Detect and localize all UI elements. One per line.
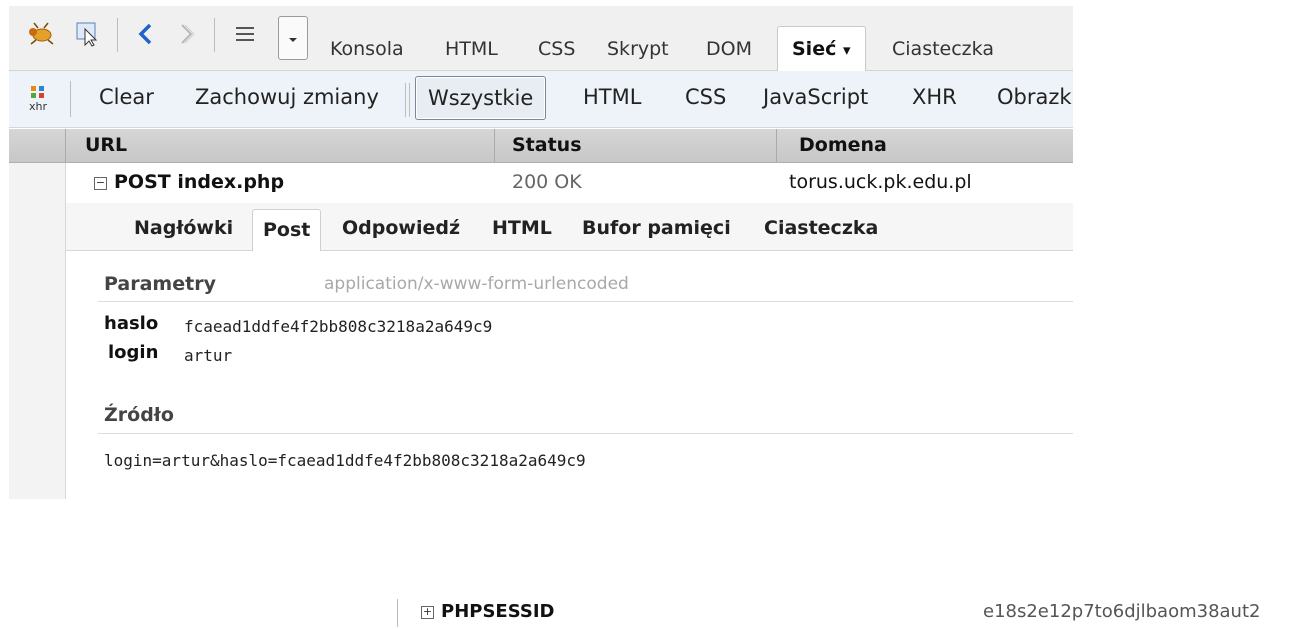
chevron-down-icon: ▾ xyxy=(842,41,851,59)
cookie-name: PHPSESSID xyxy=(441,601,555,622)
table-row[interactable]: − POST index.php 200 OK torus.uck.pk.edu… xyxy=(66,163,1073,203)
tab-css[interactable]: CSS xyxy=(538,38,575,60)
persist-button[interactable]: Zachowuj zmiany xyxy=(195,85,379,109)
panel-dropdown-button[interactable] xyxy=(278,16,308,60)
tab-headers[interactable]: Nagłówki xyxy=(134,217,233,239)
param-value: artur xyxy=(184,346,233,365)
tab-cache[interactable]: Bufor pamięci xyxy=(582,217,731,239)
tab-console[interactable]: Konsola xyxy=(330,38,404,60)
firebug-bug-icon[interactable] xyxy=(23,20,59,48)
back-icon[interactable] xyxy=(133,20,157,48)
clear-button[interactable]: Clear xyxy=(99,85,154,109)
param-key: login xyxy=(108,342,159,363)
tab-detail-cookies[interactable]: Ciasteczka xyxy=(764,217,878,239)
tab-net-label: Sieć xyxy=(792,38,837,60)
expand-icon[interactable]: + xyxy=(421,606,434,619)
tab-post[interactable]: Post xyxy=(252,209,322,252)
tab-net[interactable]: Sieć ▾ xyxy=(777,26,866,71)
menu-icon[interactable] xyxy=(231,20,259,48)
filter-images-button[interactable]: Obrazki xyxy=(997,85,1073,109)
collapse-icon[interactable]: − xyxy=(94,177,107,190)
cookie-value: e18s2e12p7to6djlbaom38aut2 xyxy=(983,601,1261,622)
filter-css-button[interactable]: CSS xyxy=(685,85,726,109)
detail-tabs: Nagłówki Post Odpowiedź HTML Bufor pamię… xyxy=(66,203,1073,252)
request-domain: torus.uck.pk.edu.pl xyxy=(789,171,972,193)
param-value: fcaead1ddfe4f2bb808c3218a2a649c9 xyxy=(184,317,493,336)
tab-dom[interactable]: DOM xyxy=(706,38,752,60)
request-status: 200 OK xyxy=(512,171,582,193)
cookie-row[interactable]: + PHPSESSID e18s2e12p7to6djlbaom38aut2 xyxy=(397,593,1313,629)
col-domain[interactable]: Domena xyxy=(799,134,887,156)
params-title: Parametry xyxy=(104,273,216,295)
filter-xhr-button[interactable]: XHR xyxy=(912,85,957,109)
chevron-down-icon xyxy=(289,38,297,42)
tab-cookies[interactable]: Ciasteczka xyxy=(892,38,994,60)
post-source: login=artur&haslo=fcaead1ddfe4f2bb808c32… xyxy=(104,451,586,470)
tab-html[interactable]: HTML xyxy=(445,38,498,60)
col-url[interactable]: URL xyxy=(85,134,127,156)
filter-all-button[interactable]: Wszystkie xyxy=(415,76,547,120)
col-status[interactable]: Status xyxy=(512,134,582,156)
tab-response[interactable]: Odpowiedź xyxy=(342,217,460,239)
param-key: haslo xyxy=(104,313,159,334)
firebug-panel: Konsola HTML CSS Skrypt DOM Sieć ▾ Ciast… xyxy=(9,6,1073,499)
forward-icon[interactable] xyxy=(175,20,199,48)
tab-detail-html[interactable]: HTML xyxy=(492,217,552,239)
inspect-icon[interactable] xyxy=(73,20,103,48)
request-url: POST index.php xyxy=(114,171,285,193)
net-toolbar: xhr Clear Zachowuj zmiany Wszystkie HTML… xyxy=(9,71,1073,128)
post-body: Parametry application/x-www-form-urlenco… xyxy=(66,251,1073,499)
filter-html-button[interactable]: HTML xyxy=(583,85,641,109)
column-header: URL Status Domena xyxy=(9,129,1073,163)
row-gutter xyxy=(9,163,66,499)
request-details: Nagłówki Post Odpowiedź HTML Bufor pamię… xyxy=(66,203,1073,499)
content-type: application/x-www-form-urlencoded xyxy=(324,274,629,294)
main-toolbar: Konsola HTML CSS Skrypt DOM Sieć ▾ Ciast… xyxy=(9,6,1073,71)
svg-text:xhr: xhr xyxy=(29,100,47,113)
filter-js-button[interactable]: JavaScript xyxy=(763,85,868,109)
xhr-icon[interactable]: xhr xyxy=(27,83,53,113)
tab-script[interactable]: Skrypt xyxy=(607,38,669,60)
source-title: Źródło xyxy=(104,404,174,426)
